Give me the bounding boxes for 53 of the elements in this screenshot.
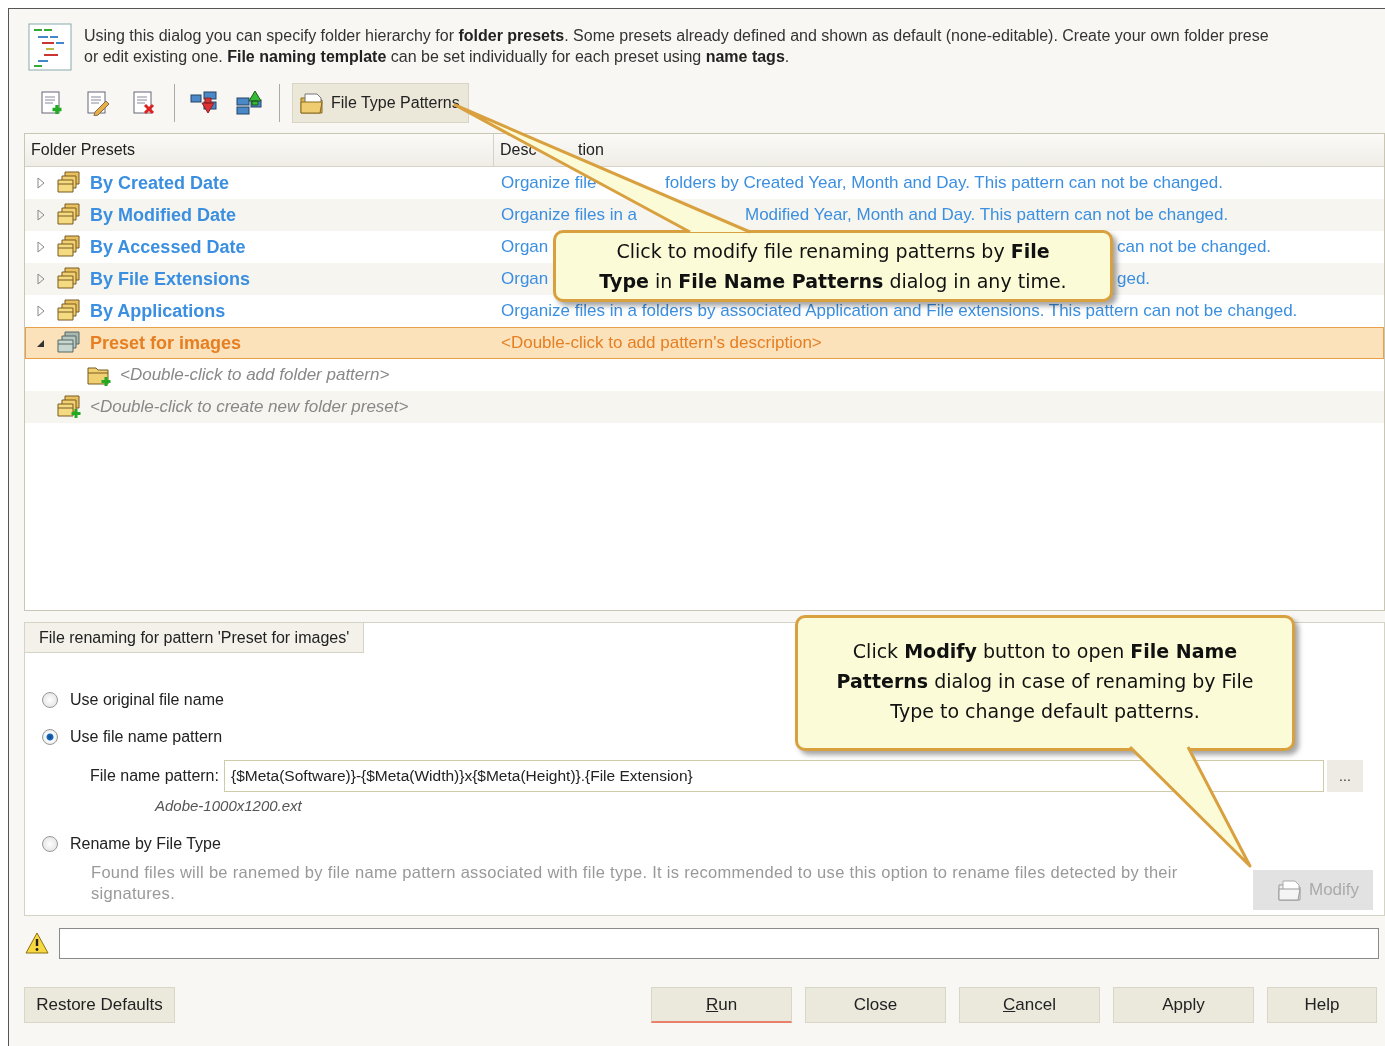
description-text: Organ [501,269,549,289]
description-text: Organize files in a folders by associated Application and File extensions. This pattern can not be changed. [501,301,1298,321]
folder-icon [1277,877,1303,903]
hint-text: <Double-click to create new folder preset> [90,397,409,417]
folders-icon [56,234,82,260]
radio-button[interactable] [42,835,58,852]
preset-name: By File Extensions [90,268,251,290]
folder-icon [299,90,325,116]
column-header[interactable]: Desc [500,141,537,158]
description-text: can not be changed. [1117,237,1272,257]
preset-name: By Created Date [90,172,230,194]
preview-text: Adobe-1000x1200.ext [155,797,303,816]
option-label[interactable]: Use original file name [70,690,224,709]
option-label[interactable]: Use file name pattern [70,727,223,746]
folders-icon [56,298,82,324]
file-type-patterns-button[interactable]: File Type Patterns [292,83,469,123]
hierarchy-icon [28,23,72,71]
description-text: Modified Year, Month and Day. This pattern can not be changed. [745,205,1229,225]
move-up-icon[interactable] [236,90,264,116]
move-down-icon[interactable] [190,90,218,116]
folders-icon [56,266,82,292]
description-text: ged. [1117,269,1151,289]
pattern-field[interactable]: {$Meta(Software)}-{$Meta(Width)}x{$Meta(Height)}.{File Extension} [223,760,1324,792]
description-text: Organ [501,237,549,257]
option-label[interactable]: Rename by File Type [70,834,221,853]
folders-icon [56,330,82,356]
add-folders-icon [56,394,82,420]
radio-button[interactable] [42,728,58,745]
radio-button[interactable] [42,691,58,708]
dialog-button[interactable]: Close [805,987,946,1023]
dialog-button[interactable]: Apply [1113,987,1254,1023]
intro-text: Using this dialog you can specify folder hierarchy for folder presets. Some presets already defined and shown as default (none-editable). Create your own folder prese or edit existing one. File naming template can be set individually for each preset using name tags. [84,26,1269,67]
description-text: folders by Created Year, Month and Day. This pattern can not be changed. [665,173,1223,193]
folders-icon [56,202,82,228]
dialog-button[interactable]: Help [1267,987,1377,1023]
hint-text: <Double-click to add folder pattern> [120,365,390,385]
preset-name: By Accessed Date [90,236,246,258]
dialog-button[interactable]: Run [651,987,792,1023]
preset-name: Preset for images [90,332,242,354]
preset-name: By Modified Date [90,204,236,226]
description-text: <Double-click to add pattern's description> [501,333,822,353]
preset-name: By Applications [90,300,226,322]
dialog-button[interactable]: Cancel [959,987,1100,1023]
field-label: File name pattern: [90,767,219,785]
folders-icon [56,170,82,196]
option-description: Found files will be ranemed by file name pattern associated with file type. It is recommended to use this option to rename files detected by their signatures. [91,862,1179,904]
description-text: Organize files in a [501,205,638,225]
tree-item[interactable]: <Double-click to add folder pattern> [26,362,495,388]
column-header[interactable]: Folder Presets [31,141,136,158]
group-title: File renaming for pattern 'Preset for images' [24,622,365,653]
browse-button[interactable]: ... [1326,760,1363,792]
callout-tooltip: Click to modify file renaming patterns by File Type in File Name Patterns dialog in any time. [553,230,1113,302]
dialog-button[interactable]: Restore Defaults [24,987,175,1023]
